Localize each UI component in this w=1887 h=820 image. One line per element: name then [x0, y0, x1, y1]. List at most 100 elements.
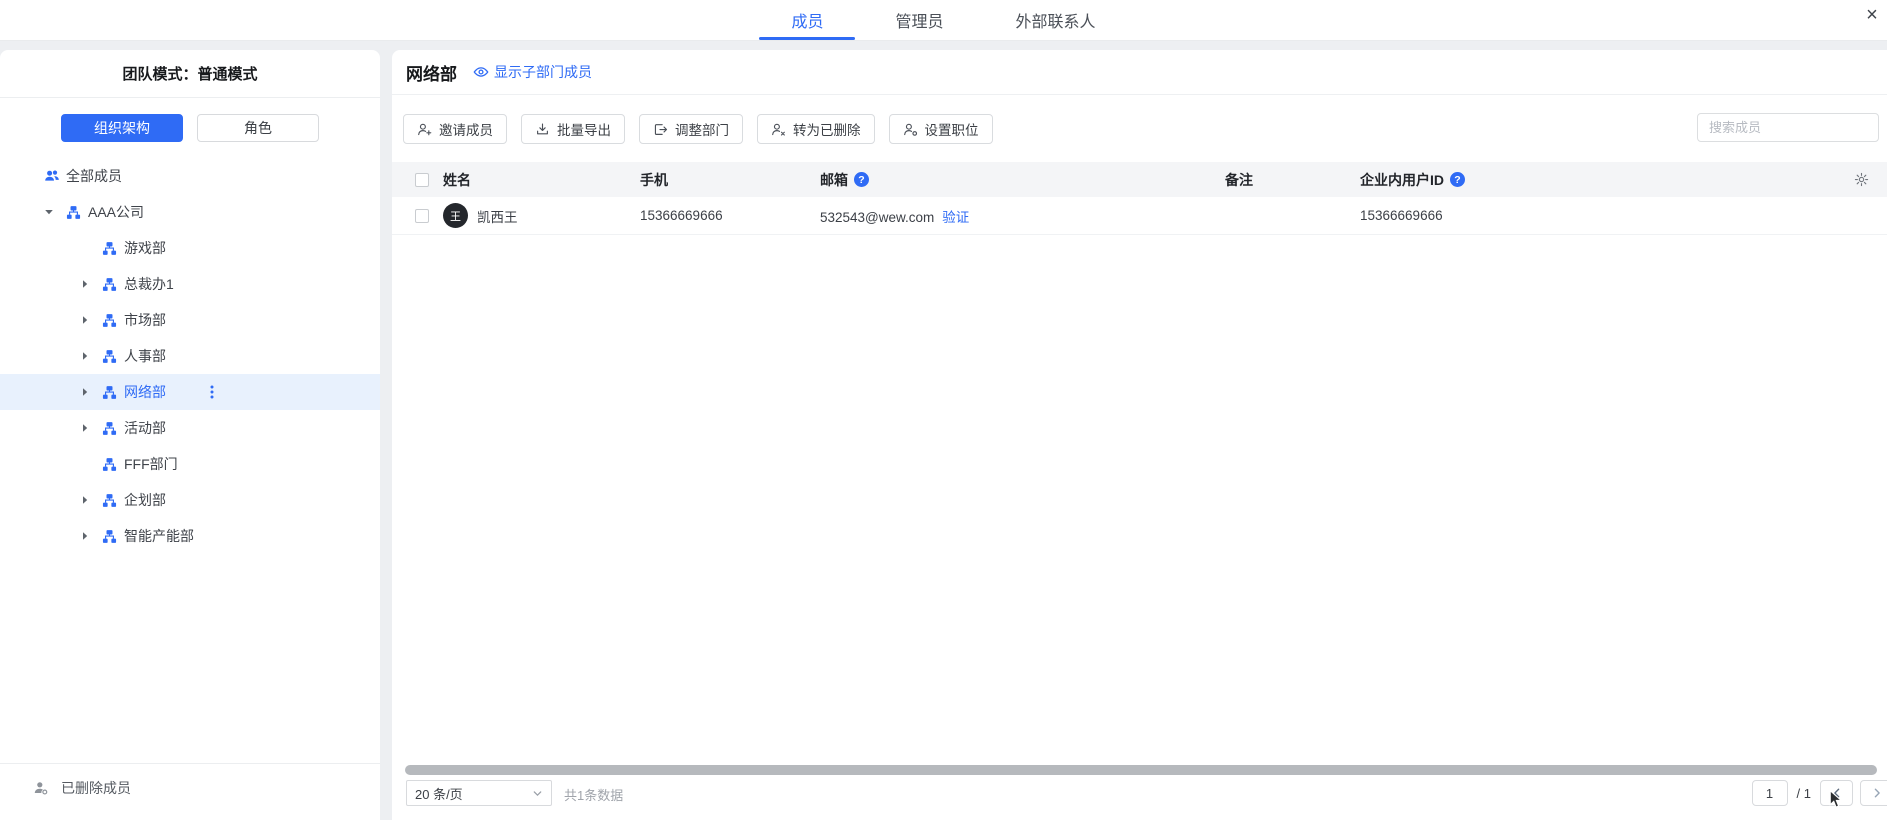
- person-role-button[interactable]: 设置职位: [888, 114, 993, 144]
- sidebar-item-企划部[interactable]: 企划部: [0, 482, 380, 518]
- table-body: 王凯西王 15366669666 532543@wew.com 验证 153666696…: [392, 197, 1887, 235]
- eye-icon: [473, 64, 489, 80]
- person-add-button[interactable]: 邀请成员: [403, 114, 507, 144]
- member-name-cell: 王凯西王: [443, 203, 640, 228]
- department-icon: [102, 457, 122, 472]
- prev-page-button[interactable]: [1820, 780, 1853, 806]
- column-header-userid: 企业内用户ID?: [1360, 170, 1828, 190]
- close-icon[interactable]: ×: [1859, 2, 1885, 28]
- tree-item-label: AAA公司: [88, 204, 145, 220]
- horizontal-scrollbar[interactable]: [405, 765, 1877, 775]
- help-icon[interactable]: ?: [1450, 172, 1465, 187]
- department-icon: [102, 529, 122, 544]
- column-label: 邮箱: [820, 171, 848, 188]
- sidebar-item-AAA公司[interactable]: AAA公司: [0, 194, 380, 230]
- tree-item-label: 网络部: [124, 384, 166, 400]
- role-button[interactable]: 角色: [197, 114, 319, 142]
- department-title: 网络部: [406, 64, 457, 84]
- group-icon: [44, 168, 64, 184]
- table-row: 王凯西王 15366669666 532543@wew.com 验证 153666696…: [392, 197, 1887, 235]
- kebab-menu-icon[interactable]: [210, 385, 214, 399]
- sidebar-item-deleted-members[interactable]: 已删除成员: [0, 763, 380, 812]
- toolbar-button-label: 邀请成员: [439, 123, 493, 138]
- sidebar-item-市场部[interactable]: 市场部: [0, 302, 380, 338]
- chevron-down-icon: [532, 788, 543, 799]
- download-icon: [535, 122, 550, 137]
- page-size-select[interactable]: 20 条/页: [406, 780, 552, 806]
- total-count-label: 共1条数据: [564, 788, 624, 803]
- top-tab-bar: 成员 管理员 外部联系人 ×: [0, 0, 1887, 41]
- member-email-cell: 532543@wew.com 验证: [820, 206, 1225, 226]
- member-toolbar: 邀请成员 批量导出 调整部门 转为已删除 设置职位: [392, 95, 1887, 144]
- sidebar-item-FFF部门[interactable]: FFF部门: [0, 446, 380, 482]
- caret-right-icon[interactable]: [80, 351, 102, 361]
- sidebar-item-网络部[interactable]: 网络部: [0, 374, 380, 410]
- search-box: [1697, 113, 1887, 142]
- team-mode-title: 团队模式：普通模式: [0, 50, 380, 98]
- column-label: 备注: [1225, 171, 1253, 188]
- column-label: 姓名: [443, 171, 471, 188]
- caret-right-icon[interactable]: [80, 495, 102, 505]
- sidebar-item-总裁办1[interactable]: 总裁办1: [0, 266, 380, 302]
- caret-down-icon[interactable]: [44, 207, 66, 217]
- total-pages-label: / 1: [1796, 785, 1811, 801]
- verify-link[interactable]: 验证: [942, 210, 969, 225]
- dept-move-button[interactable]: 调整部门: [639, 114, 743, 144]
- show-subdepartment-members-label: 显示子部门成员: [494, 64, 592, 80]
- sidebar-item-智能产能部[interactable]: 智能产能部: [0, 518, 380, 554]
- pagination: 1 / 1: [1751, 780, 1887, 806]
- tree-item-label: 智能产能部: [124, 528, 194, 544]
- tree-item-label: 市场部: [124, 312, 166, 328]
- caret-right-icon[interactable]: [80, 387, 102, 397]
- department-icon: [102, 313, 122, 328]
- tree-item-label: 企划部: [124, 492, 166, 508]
- show-subdepartment-members-link[interactable]: 显示子部门成员: [473, 62, 592, 82]
- tree-item-label: 活动部: [124, 420, 166, 436]
- next-page-button[interactable]: [1860, 780, 1887, 806]
- member-userid: 15366669666: [1360, 208, 1443, 223]
- table-header: 姓名 手机 邮箱? 备注 企业内用户ID?: [392, 162, 1887, 197]
- person-role-icon: [903, 122, 918, 137]
- column-header-email: 邮箱?: [820, 170, 1225, 190]
- page-size-value: 20 条/页: [415, 786, 463, 802]
- sidebar-item-游戏部[interactable]: 游戏部: [0, 230, 380, 266]
- tab-admins[interactable]: 管理员: [895, 0, 943, 40]
- org-tree: 全部成员 AAA公司游戏部 总裁办1 市场部人事部网络部活动部 FFF部门企划部智能产…: [0, 158, 380, 554]
- person-remove-icon: [771, 122, 786, 137]
- person-remove-button[interactable]: 转为已删除: [757, 114, 875, 144]
- chevron-right-icon: [1871, 787, 1883, 799]
- caret-right-icon[interactable]: [80, 423, 102, 433]
- row-checkbox[interactable]: [415, 208, 429, 223]
- tabs: 成员 管理员 外部联系人: [0, 0, 1887, 40]
- select-all-checkbox[interactable]: [415, 172, 429, 187]
- help-icon[interactable]: ?: [854, 172, 869, 187]
- caret-right-icon[interactable]: [80, 315, 102, 325]
- org-structure-button[interactable]: 组织架构: [61, 114, 183, 142]
- column-settings-icon[interactable]: [1854, 172, 1869, 187]
- column-label: 企业内用户ID: [1360, 171, 1444, 188]
- download-button[interactable]: 批量导出: [521, 114, 625, 144]
- tab-external-contacts[interactable]: 外部联系人: [1016, 0, 1096, 40]
- sidebar-item-all-members[interactable]: 全部成员: [0, 158, 380, 194]
- caret-right-icon[interactable]: [80, 279, 102, 289]
- tree-item-label: 人事部: [124, 348, 166, 364]
- department-header: 网络部 显示子部门成员: [392, 50, 1887, 95]
- sidebar-item-活动部[interactable]: 活动部: [0, 410, 380, 446]
- toolbar-button-label: 批量导出: [557, 123, 611, 138]
- search-input[interactable]: [1707, 119, 1887, 136]
- deleted-member-icon: [33, 780, 49, 796]
- caret-right-icon[interactable]: [80, 531, 102, 541]
- department-icon: [102, 385, 122, 400]
- toolbar-button-label: 转为已删除: [793, 123, 861, 138]
- current-page-box[interactable]: 1: [1751, 780, 1788, 806]
- tree-item-label: 全部成员: [66, 168, 122, 184]
- department-icon: [66, 205, 86, 220]
- view-toggle: 组织架构 角色: [0, 114, 380, 142]
- deleted-members-label: 已删除成员: [61, 780, 131, 796]
- tree-item-label: FFF部门: [124, 456, 178, 472]
- members-panel: 网络部 显示子部门成员 邀请成员 批量导出 调整部门 转为已删除 设置职位 姓名 手机 邮箱…: [392, 50, 1887, 820]
- department-icon: [102, 493, 122, 508]
- tab-members[interactable]: 成员: [791, 0, 823, 40]
- sidebar-item-人事部[interactable]: 人事部: [0, 338, 380, 374]
- chevron-left-icon: [1831, 787, 1843, 799]
